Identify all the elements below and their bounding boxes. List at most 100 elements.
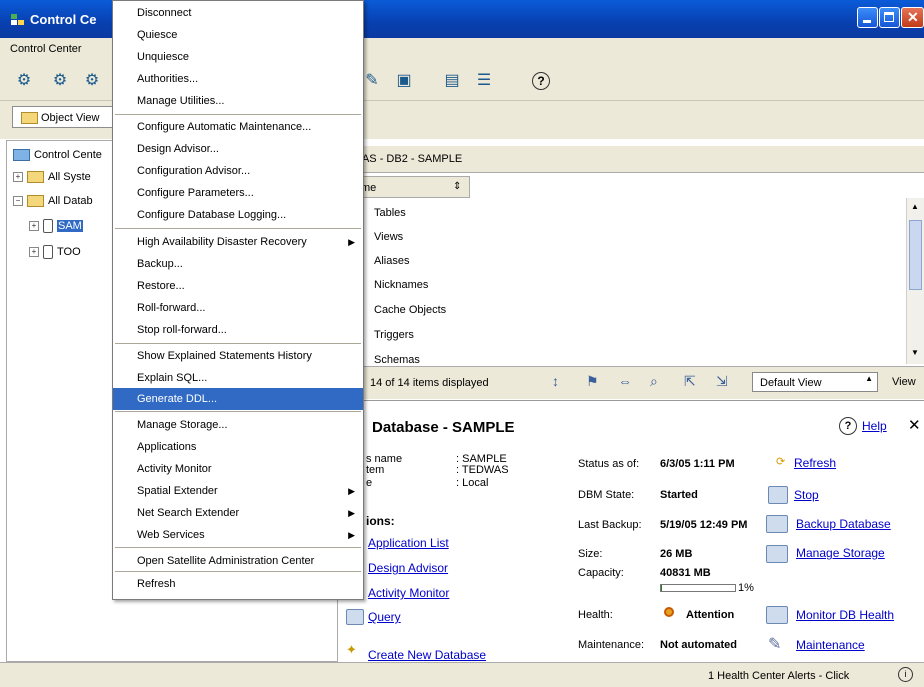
menu-item-activity-monitor[interactable]: Activity Monitor [113,458,363,480]
tree-item-all-systems[interactable]: + All Syste [13,171,91,184]
view-button[interactable]: View [892,376,916,388]
monitor-health-icon [766,606,788,624]
application-list-link[interactable]: Application List [368,536,449,550]
stop-link[interactable]: Stop [794,488,819,502]
health-label: Health: [578,609,613,621]
list-item[interactable]: Cache Objects [374,304,446,316]
list-view-icon[interactable]: ☰ [474,70,494,90]
backup-database-link[interactable]: Backup Database [796,517,891,531]
menu-item-manage-utilities[interactable]: Manage Utilities... [113,90,363,112]
vertical-scrollbar[interactable]: ▲ ▼ [906,198,924,364]
status-as-of-label: Status as of: [578,458,640,470]
system-icon[interactable]: ⚙ [14,70,34,90]
collapse-icon[interactable]: − [13,196,23,207]
tree-root[interactable]: Control Cente [13,149,102,162]
monitor-icon[interactable]: ▣ [394,70,414,90]
details-pane [340,400,924,663]
scroll-down-icon[interactable]: ▼ [911,348,919,357]
list-item[interactable]: Aliases [374,255,409,267]
tree-item-all-databases[interactable]: − All Datab [13,195,93,208]
deselect-icon[interactable]: ⇲ [716,373,728,390]
list-item[interactable]: Schemas [374,354,420,364]
list-item[interactable]: Tables [374,207,406,219]
menu-item-generate-ddl[interactable]: Generate DDL... [113,388,363,410]
menu-item-quiesce[interactable]: Quiesce [113,24,363,46]
list-item[interactable]: Views [374,231,403,243]
query-link[interactable]: Query [368,610,401,624]
sort-icon[interactable]: ↕ [552,373,559,389]
maintenance-link[interactable]: Maintenance [796,638,865,652]
health-alerts-text[interactable]: 1 Health Center Alerts - Click [708,670,849,682]
folder-icon [27,171,44,184]
scrollbar-thumb[interactable] [909,220,922,290]
refresh-icon: ⟳ [776,456,786,468]
menu-item-backup[interactable]: Backup... [113,253,363,275]
size-label: Size: [578,548,603,560]
details-title: Database - SAMPLE [372,419,515,436]
menu-item-configure-logging[interactable]: Configure Database Logging... [113,204,363,226]
menu-item-net-search-extender[interactable]: Net Search Extender ▶ [113,502,363,524]
create-database-link[interactable]: Create New Database [368,648,486,662]
submenu-arrow-icon: ▶ [348,508,355,518]
close-details-icon[interactable]: ✕ [908,416,921,434]
task-icon[interactable]: ▤ [442,70,462,90]
find-icon[interactable]: ⌕ [650,373,658,390]
menu-item-satellite-admin[interactable]: Open Satellite Administration Center [113,550,363,572]
manage-storage-link[interactable]: Manage Storage [796,546,885,560]
menu-item-explained-history[interactable]: Show Explained Statements History [113,345,363,367]
expand-icon[interactable]: + [13,172,23,183]
design-advisor-link[interactable]: Design Advisor [368,561,448,575]
tree-item-toolsdb[interactable]: + TOO [29,245,81,259]
info-icon[interactable]: i [898,667,913,682]
help-icon[interactable]: ? [532,72,550,90]
help-link[interactable]: Help [862,419,887,433]
menu-item-spatial-extender[interactable]: Spatial Extender ▶ [113,480,363,502]
expand-icon[interactable]: + [29,221,39,231]
menu-item-web-services[interactable]: Web Services ▶ [113,524,363,546]
folder-icon [27,195,44,208]
instance-icon[interactable]: ⚙ [50,70,70,90]
menu-item-authorities[interactable]: Authorities... [113,68,363,90]
tools-icon[interactable]: ✎ [362,70,382,90]
submenu-arrow-icon: ▶ [348,486,355,496]
columns-icon[interactable]: ⇔ [618,373,632,389]
tree-item-sample[interactable]: + SAM [29,219,83,233]
database-icon[interactable]: ⚙ [82,70,102,90]
view-select[interactable]: Default View ▲ [752,372,878,392]
sort-icon: ⇕ [453,181,462,192]
select-icon[interactable]: ⇱ [684,373,696,390]
menu-item-design-advisor[interactable]: Design Advisor... [113,138,363,160]
menu-item-unquiesce[interactable]: Unquiesce [113,46,363,68]
menu-item-manage-storage[interactable]: Manage Storage... [113,414,363,436]
filter-icon[interactable]: ⚑ [586,373,599,390]
submenu-arrow-icon: ▶ [348,237,355,247]
list-item[interactable]: Nicknames [374,279,428,291]
menu-item-roll-forward[interactable]: Roll-forward... [113,297,363,319]
dropdown-icon[interactable]: ▲ [865,374,873,383]
menu-item-restore[interactable]: Restore... [113,275,363,297]
menu-item-disconnect[interactable]: Disconnect [113,2,363,24]
menu-item-refresh[interactable]: Refresh [113,573,363,595]
activity-monitor-link[interactable]: Activity Monitor [368,586,449,600]
refresh-link[interactable]: Refresh [794,456,836,470]
list-item[interactable]: Triggers [374,329,414,341]
menu-item-stop-roll-forward[interactable]: Stop roll-forward... [113,319,363,341]
close-button[interactable]: ✕ [901,7,924,28]
menu-item-hadr[interactable]: High Availability Disaster Recovery ▶ [113,231,363,253]
last-backup-value: 5/19/05 12:49 PM [660,519,748,531]
menu-item-configuration-advisor[interactable]: Configuration Advisor... [113,160,363,182]
object-view-tab[interactable]: Object View [12,106,118,128]
help-icon[interactable]: ? [839,417,857,435]
monitor-db-health-link[interactable]: Monitor DB Health [796,608,894,622]
minimize-button[interactable] [857,7,878,28]
menu-item-applications[interactable]: Applications [113,436,363,458]
expand-icon[interactable]: + [29,247,39,257]
create-icon: ✦ [346,642,357,657]
menu-item-explain-sql[interactable]: Explain SQL... [113,367,363,389]
menu-item-configure-auto-maintenance[interactable]: Configure Automatic Maintenance... [113,116,363,138]
maintenance-value: Not automated [660,639,737,651]
maximize-button[interactable] [879,7,900,28]
scroll-up-icon[interactable]: ▲ [911,202,919,211]
menu-control-center[interactable]: Control Center [10,43,82,55]
menu-item-configure-parameters[interactable]: Configure Parameters... [113,182,363,204]
